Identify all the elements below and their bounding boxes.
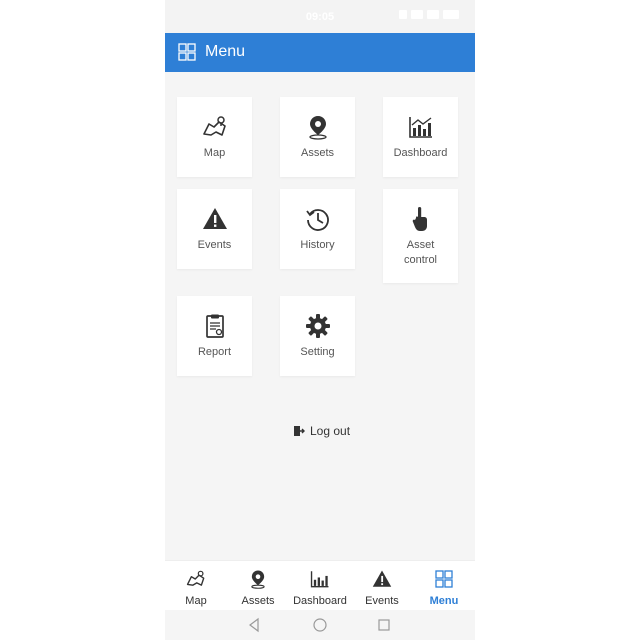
key-icon <box>399 10 407 19</box>
logout-button[interactable]: Log out <box>293 424 350 438</box>
battery-icon <box>443 10 459 19</box>
map-icon <box>186 570 205 586</box>
menu-tile-setting[interactable]: Setting <box>280 296 355 376</box>
warning-icon <box>372 570 392 587</box>
menu-tile-label: Asset control <box>403 239 438 266</box>
menu-tile-dashboard[interactable]: Dashboard <box>383 97 458 177</box>
menu-tile-report[interactable]: Report <box>177 296 252 376</box>
nav-item-events[interactable]: Events <box>355 561 409 611</box>
grid-icon[interactable] <box>178 43 196 61</box>
back-icon[interactable] <box>247 617 263 633</box>
page-title: Menu <box>205 43 246 60</box>
status-bar: 09:05 <box>165 0 475 33</box>
menu-tile-label: Map <box>203 147 226 159</box>
location-pin-icon <box>251 570 265 589</box>
logout-icon <box>294 426 305 436</box>
location-pin-icon <box>308 116 327 140</box>
home-icon[interactable] <box>312 617 328 633</box>
signal-icon <box>411 10 423 19</box>
menu-tile-label: Dashboard <box>393 147 448 159</box>
system-nav-bar <box>165 610 475 640</box>
nav-item-assets[interactable]: Assets <box>231 561 285 611</box>
menu-tile-assets[interactable]: Assets <box>280 97 355 177</box>
recents-icon[interactable] <box>376 617 392 633</box>
app-bar: Menu <box>165 33 475 72</box>
gear-icon <box>305 314 330 338</box>
history-icon <box>305 209 329 231</box>
menu-tile-events[interactable]: Events <box>177 189 252 269</box>
nav-item-label: Assets <box>241 595 275 607</box>
nav-item-dashboard[interactable]: Dashboard <box>289 561 351 611</box>
nav-item-label: Map <box>185 595 207 607</box>
nav-item-label: Dashboard <box>293 595 347 607</box>
status-icons <box>399 10 459 19</box>
logout-label: Log out <box>310 424 351 438</box>
menu-tile-label: Assets <box>300 147 334 159</box>
map-icon <box>202 116 226 136</box>
hand-pointer-icon <box>412 207 427 231</box>
nav-item-map[interactable]: Map <box>169 561 223 611</box>
nav-item-label: Events <box>365 595 399 607</box>
menu-tile-asset-control[interactable]: Asset control <box>383 189 458 283</box>
menu-tile-map[interactable]: Map <box>177 97 252 177</box>
signal-icon <box>427 10 439 19</box>
menu-tile-label: Events <box>197 239 232 251</box>
clipboard-icon <box>205 314 224 338</box>
menu-tile-history[interactable]: History <box>280 189 355 269</box>
phone-screen: 09:05 Menu Map Assets Dashboard Events H… <box>165 0 475 640</box>
warning-icon <box>202 208 227 229</box>
menu-tile-label: History <box>300 239 335 251</box>
nav-item-label: Menu <box>429 595 459 607</box>
dashboard-chart-icon <box>310 571 329 588</box>
menu-tile-label: Report <box>197 346 232 358</box>
dashboard-chart-icon <box>408 117 432 138</box>
bottom-nav: Map Assets Dashboard Events Menu <box>165 560 475 611</box>
nav-item-menu[interactable]: Menu <box>417 561 471 611</box>
menu-tile-label: Setting <box>300 346 335 358</box>
grid-icon <box>435 570 453 588</box>
